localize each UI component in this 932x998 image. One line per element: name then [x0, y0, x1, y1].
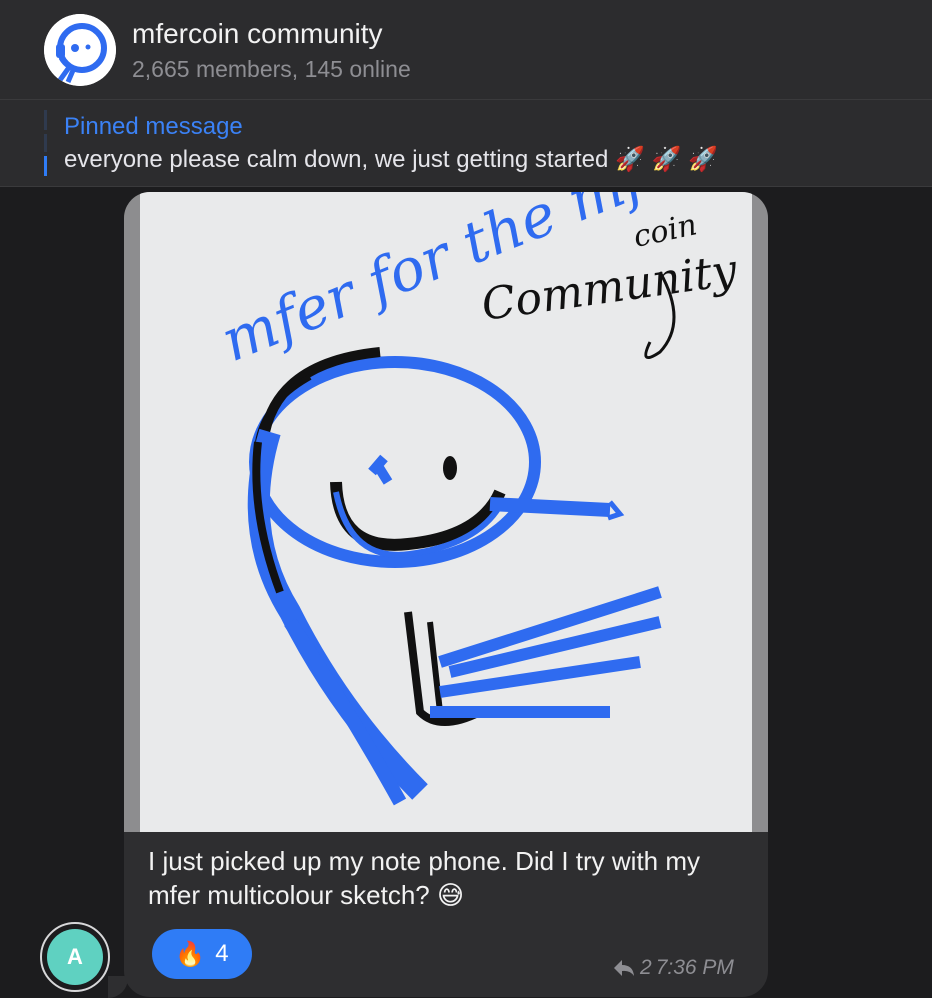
- mfer-headset-logo-icon: [44, 14, 116, 86]
- fire-reaction-button[interactable]: 🔥 4: [152, 929, 252, 979]
- message-bubble[interactable]: mfer for the mfer coin Community I just …: [124, 192, 768, 997]
- reaction-count: 4: [215, 940, 229, 967]
- mfer-sketch-image: mfer for the mfer coin Community: [212, 192, 741, 806]
- pinned-indicator: [44, 110, 47, 176]
- group-title: mfercoin community: [132, 18, 383, 49]
- member-count: 2,665 members, 145 online: [132, 56, 411, 82]
- fire-emoji: 🔥: [175, 940, 206, 968]
- sender-avatar[interactable]: A: [40, 922, 110, 992]
- sender-initial: A: [47, 929, 103, 985]
- reply-arrow-icon: [614, 960, 634, 976]
- rocket-emoji: 🚀 🚀 🚀: [614, 146, 718, 173]
- message-meta: 2 7:36 PM: [612, 956, 734, 980]
- group-avatar[interactable]: [44, 14, 116, 86]
- pinned-text: everyone please calm down, we just getti…: [64, 145, 718, 174]
- caption-text: I just picked up my note phone. Did I tr…: [148, 846, 701, 910]
- sketch-handwriting-2: coin: [630, 207, 700, 254]
- message-photo[interactable]: mfer for the mfer coin Community: [140, 192, 752, 832]
- pinned-title: Pinned message: [64, 113, 243, 140]
- message-caption: I just picked up my note phone. Did I tr…: [148, 844, 748, 912]
- chat-header[interactable]: mfercoin community 2,665 members, 145 on…: [0, 0, 932, 100]
- pinned-text-body: everyone please calm down, we just getti…: [64, 146, 609, 173]
- photo-frame: mfer for the mfer coin Community: [124, 192, 768, 832]
- message-time: 7:36 PM: [655, 956, 734, 979]
- sweat-smile-emoji: 😅: [437, 880, 465, 910]
- reply-count: 2: [640, 956, 652, 979]
